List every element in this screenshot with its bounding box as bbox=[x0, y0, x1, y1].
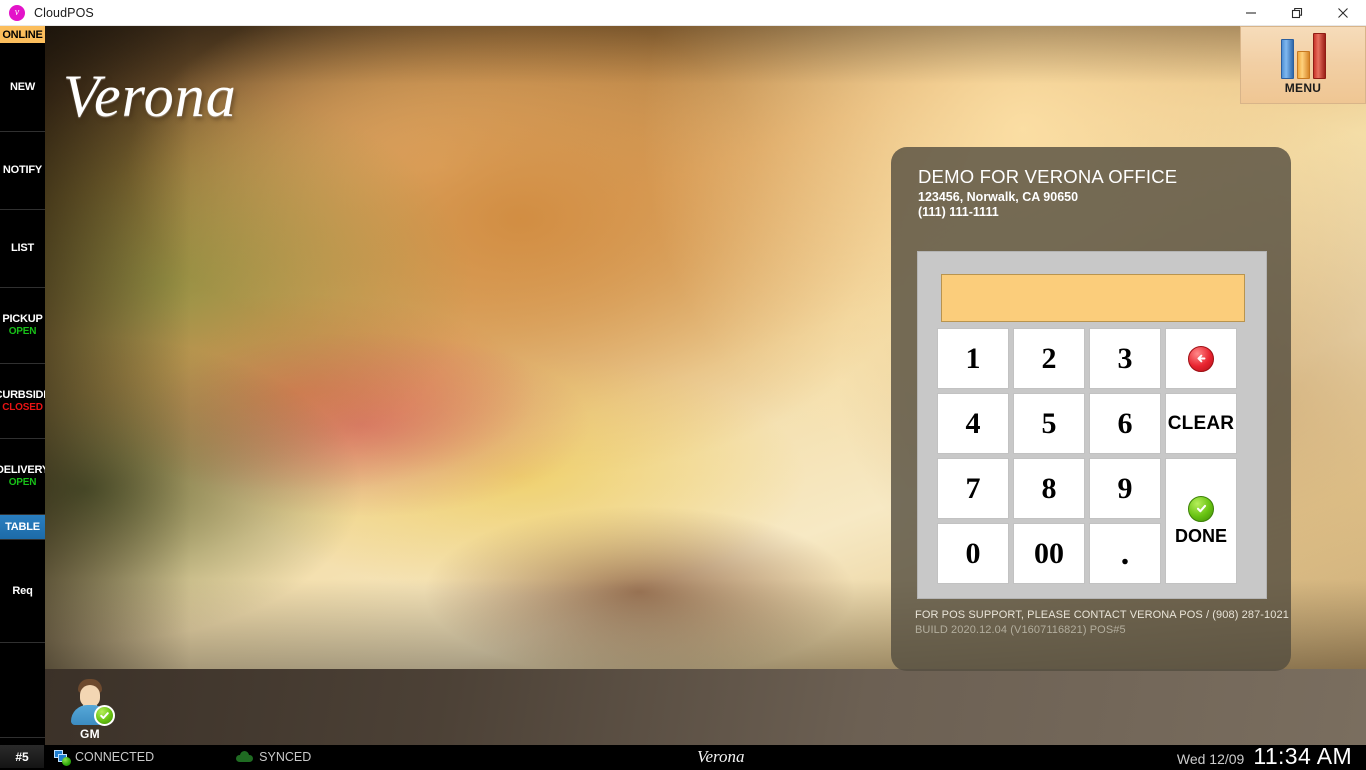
sidebar-item-pickup[interactable]: PICKUP OPEN bbox=[0, 288, 45, 364]
key-clear[interactable]: CLEAR bbox=[1165, 393, 1237, 454]
window-title: CloudPOS bbox=[34, 6, 94, 20]
sidebar-item-label: CURBSIDE bbox=[0, 389, 45, 402]
menu-button[interactable]: MENU bbox=[1240, 26, 1366, 104]
sidebar-item-req[interactable]: Req bbox=[0, 540, 45, 643]
sidebar-item-new[interactable]: NEW bbox=[0, 43, 45, 132]
sidebar-item-label: LIST bbox=[11, 242, 34, 255]
key-4[interactable]: 4 bbox=[937, 393, 1009, 454]
sidebar-item-empty[interactable] bbox=[0, 643, 45, 738]
sidebar-item-list[interactable]: LIST bbox=[0, 210, 45, 288]
sidebar-item-status: CLOSED bbox=[2, 402, 42, 414]
check-circle-icon bbox=[1188, 496, 1214, 522]
key-decimal[interactable]: . bbox=[1089, 523, 1161, 584]
store-address: 123456, Norwalk, CA 90650 bbox=[918, 190, 1078, 204]
status-bar: #5 CONNECTED SYNCED Verona Wed 12/09 11:… bbox=[0, 745, 1366, 768]
keypad-display-input[interactable] bbox=[941, 274, 1245, 322]
network-icon bbox=[54, 750, 69, 764]
restore-icon[interactable] bbox=[1274, 0, 1320, 26]
close-icon[interactable] bbox=[1320, 0, 1366, 26]
back-arrow-icon bbox=[1188, 346, 1214, 372]
sidebar-item-status: OPEN bbox=[9, 326, 37, 338]
photo-bottom-band bbox=[45, 669, 1366, 745]
build-version-text: BUILD 2020.12.04 (V1607116821) POS#5 bbox=[915, 624, 1126, 636]
current-user-block[interactable]: GM bbox=[55, 679, 125, 745]
verona-brand-logo: Verona bbox=[63, 62, 237, 131]
key-9[interactable]: 9 bbox=[1089, 458, 1161, 519]
key-done[interactable]: DONE bbox=[1165, 458, 1237, 584]
key-8[interactable]: 8 bbox=[1013, 458, 1085, 519]
support-contact-text: FOR POS SUPPORT, PLEASE CONTACT VERONA P… bbox=[915, 609, 1289, 621]
key-6[interactable]: 6 bbox=[1089, 393, 1161, 454]
sync-status: SYNCED bbox=[236, 750, 311, 764]
key-1[interactable]: 1 bbox=[937, 328, 1009, 389]
sidebar-item-label: TABLE bbox=[5, 521, 40, 534]
clock-block: Wed 12/09 11:34 AM bbox=[1177, 743, 1366, 770]
connection-label: CONNECTED bbox=[75, 750, 154, 764]
key-2[interactable]: 2 bbox=[1013, 328, 1085, 389]
clock-time: 11:34 AM bbox=[1253, 743, 1352, 770]
check-circle-icon bbox=[94, 705, 115, 726]
menu-button-label: MENU bbox=[1285, 81, 1322, 95]
sidebar-item-table[interactable]: TABLE bbox=[0, 515, 45, 540]
sidebar-item-label: Req bbox=[12, 585, 32, 598]
clock-date: Wed 12/09 bbox=[1177, 751, 1244, 767]
sidebar-item-curbside[interactable]: CURBSIDE CLOSED bbox=[0, 364, 45, 439]
connection-status: CONNECTED bbox=[54, 750, 154, 764]
key-5[interactable]: 5 bbox=[1013, 393, 1085, 454]
user-name-label: GM bbox=[80, 727, 100, 741]
key-backspace[interactable] bbox=[1165, 328, 1237, 389]
user-avatar-icon bbox=[67, 679, 113, 725]
store-phone: (111) 111-1111 bbox=[918, 205, 999, 219]
key-0[interactable]: 0 bbox=[937, 523, 1009, 584]
cloud-icon bbox=[236, 751, 253, 762]
keypad-grid: 1 2 3 4 5 6 CLEAR 7 8 9 bbox=[937, 328, 1249, 584]
key-done-label: DONE bbox=[1175, 526, 1227, 547]
pos-number-badge: #5 bbox=[0, 745, 44, 768]
sidebar-item-label: NOTIFY bbox=[3, 164, 42, 177]
sidebar-item-delivery[interactable]: DELIVERY OPEN bbox=[0, 439, 45, 515]
sidebar-item-status: OPEN bbox=[9, 477, 37, 489]
key-3[interactable]: 3 bbox=[1089, 328, 1161, 389]
cloudpos-logo-icon: v bbox=[9, 5, 25, 21]
minimize-icon[interactable] bbox=[1228, 0, 1274, 26]
online-status-badge: ONLINE bbox=[0, 26, 45, 43]
store-name: DEMO FOR VERONA OFFICE bbox=[918, 166, 1177, 188]
sidebar-item-label: DELIVERY bbox=[0, 464, 45, 477]
window-titlebar: v CloudPOS bbox=[0, 0, 1366, 26]
key-7[interactable]: 7 bbox=[937, 458, 1009, 519]
sidebar-item-notify[interactable]: NOTIFY bbox=[0, 132, 45, 210]
left-sidebar: ONLINE NEW NOTIFY LIST PICKUP OPEN CURBS… bbox=[0, 26, 45, 745]
bar-chart-icon bbox=[1281, 33, 1326, 79]
footer-brand-logo: Verona bbox=[697, 745, 745, 768]
sidebar-item-label: NEW bbox=[10, 81, 35, 94]
keypad-container: 1 2 3 4 5 6 CLEAR 7 8 9 bbox=[917, 251, 1267, 599]
sidebar-item-label: PICKUP bbox=[2, 313, 42, 326]
login-keypad-panel: DEMO FOR VERONA OFFICE 123456, Norwalk, … bbox=[891, 147, 1291, 671]
key-00[interactable]: 00 bbox=[1013, 523, 1085, 584]
sync-label: SYNCED bbox=[259, 750, 311, 764]
window-controls bbox=[1228, 0, 1366, 26]
app-shell: Verona MENU DEMO FOR VERONA OFFICE 12345… bbox=[0, 26, 1366, 745]
